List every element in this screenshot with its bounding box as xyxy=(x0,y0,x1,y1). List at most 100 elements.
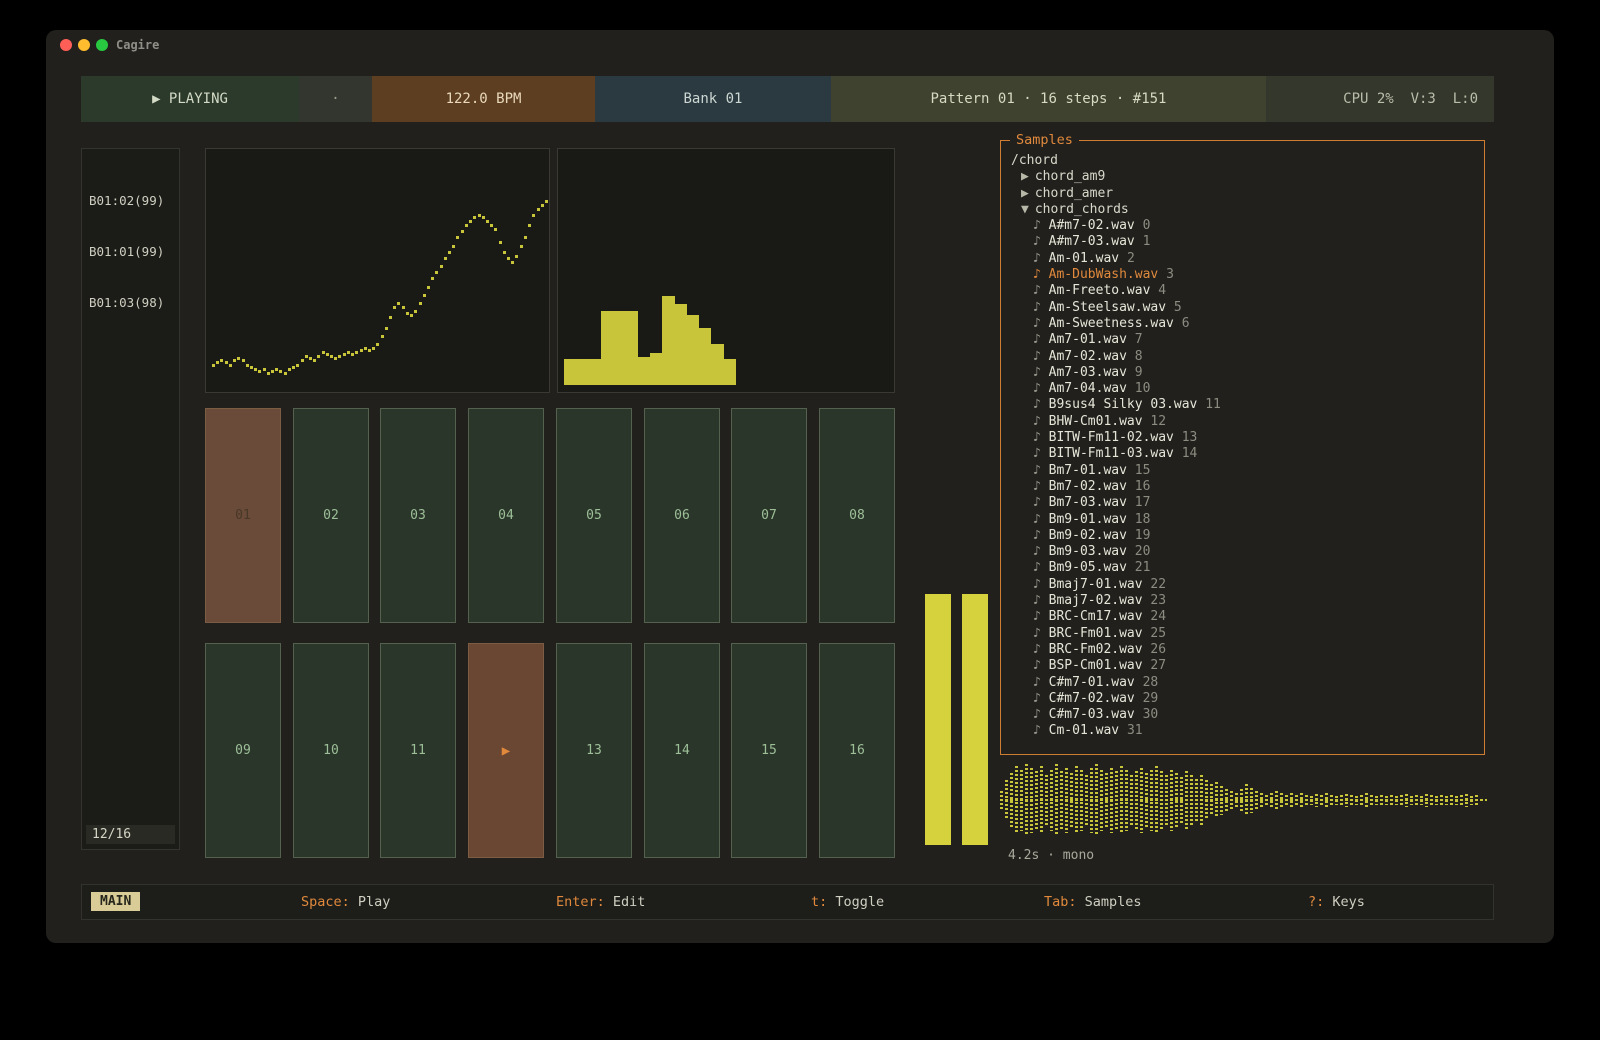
waveform-column xyxy=(1430,795,1433,806)
sample-file-row[interactable]: ♪ Am-DubWash.wav 3 xyxy=(1011,267,1474,283)
sample-file-row[interactable]: ♪ Cm-01.wav 31 xyxy=(1011,723,1474,739)
scatter-point xyxy=(431,277,434,280)
sample-file-row[interactable]: ♪ Am-01.wav 2 xyxy=(1011,251,1474,267)
sample-file-row[interactable]: ♪ BRC-Fm01.wav 25 xyxy=(1011,626,1474,642)
pad-16[interactable]: 16 xyxy=(819,643,895,858)
scatter-point xyxy=(309,357,312,360)
pad-06[interactable]: 06 xyxy=(644,408,720,623)
waveform-column xyxy=(1435,796,1438,805)
pad-15[interactable]: 15 xyxy=(731,643,807,858)
waveform-column xyxy=(1415,795,1418,806)
waveform-column xyxy=(1050,770,1053,831)
sample-file-row[interactable]: ♪ Am7-03.wav 9 xyxy=(1011,365,1474,381)
scatter-point xyxy=(258,370,261,373)
samples-path: /chord xyxy=(1011,153,1474,169)
sample-file-list: ♪ A#m7-02.wav 0♪ A#m7-03.wav 1♪ Am-01.wa… xyxy=(1011,218,1474,740)
sample-file-row[interactable]: ♪ Am7-02.wav 8 xyxy=(1011,349,1474,365)
sample-file-index: 17 xyxy=(1135,495,1151,510)
sample-file-row[interactable]: ♪ A#m7-02.wav 0 xyxy=(1011,218,1474,234)
music-note-icon: ♪ xyxy=(1033,479,1049,494)
waveform-column xyxy=(1355,796,1358,805)
pad-05[interactable]: 05 xyxy=(556,408,632,623)
level-meters xyxy=(918,148,995,845)
close-window-button[interactable] xyxy=(60,39,72,51)
scatter-point xyxy=(216,361,219,364)
sample-file-row[interactable]: ♪ Am7-04.wav 10 xyxy=(1011,381,1474,397)
sample-file-row[interactable]: ♪ BRC-Cm17.wav 24 xyxy=(1011,609,1474,625)
sample-file-row[interactable]: ♪ BITW-Fm11-02.wav 13 xyxy=(1011,430,1474,446)
histogram-bar xyxy=(589,359,601,385)
sample-file-index: 23 xyxy=(1150,593,1166,608)
pad-12[interactable]: ▶ xyxy=(468,643,544,858)
sample-file-row[interactable]: ♪ Bmaj7-02.wav 23 xyxy=(1011,593,1474,609)
sample-file-row[interactable]: ♪ C#m7-03.wav 30 xyxy=(1011,707,1474,723)
sample-file-index: 26 xyxy=(1150,642,1166,657)
sample-file-name: Bmaj7-02.wav xyxy=(1049,593,1151,608)
scatter-point xyxy=(237,357,240,360)
pad-09[interactable]: 09 xyxy=(205,643,281,858)
scatter-point xyxy=(313,359,316,362)
pad-14[interactable]: 14 xyxy=(644,643,720,858)
scatter-point xyxy=(334,357,337,360)
pad-07[interactable]: 07 xyxy=(731,408,807,623)
active-voices-list: B01:02(99) B01:01(99) B01:03(98) xyxy=(82,149,179,354)
sample-file-row[interactable]: ♪ Bm9-02.wav 19 xyxy=(1011,528,1474,544)
sample-file-index: 24 xyxy=(1150,609,1166,624)
sample-file-row[interactable]: ♪ Am7-01.wav 7 xyxy=(1011,332,1474,348)
sample-file-row[interactable]: ♪ Bmaj7-01.wav 22 xyxy=(1011,577,1474,593)
pad-10[interactable]: 10 xyxy=(293,643,369,858)
folder-chord-amer[interactable]: ▶chord_amer xyxy=(1011,186,1474,202)
sample-file-name: Bm9-03.wav xyxy=(1049,544,1135,559)
waveform-column xyxy=(1150,770,1153,831)
cpu-display: CPU 2% V:3 L:0 xyxy=(1266,76,1494,122)
sample-file-row[interactable]: ♪ Bm9-03.wav 20 xyxy=(1011,544,1474,560)
sample-file-row[interactable]: ♪ Am-Steelsaw.wav 5 xyxy=(1011,300,1474,316)
pad-04[interactable]: 04 xyxy=(468,408,544,623)
pad-03[interactable]: 03 xyxy=(380,408,456,623)
sample-file-row[interactable]: ♪ BITW-Fm11-03.wav 14 xyxy=(1011,446,1474,462)
sample-file-row[interactable]: ♪ BHW-Cm01.wav 12 xyxy=(1011,414,1474,430)
sample-file-row[interactable]: ♪ Bm7-02.wav 16 xyxy=(1011,479,1474,495)
waveform-column xyxy=(1185,771,1188,829)
zoom-window-button[interactable] xyxy=(96,39,108,51)
pad-13[interactable]: 13 xyxy=(556,643,632,858)
waveform-column xyxy=(1245,784,1248,816)
sample-file-index: 3 xyxy=(1166,267,1174,282)
sample-file-name: C#m7-02.wav xyxy=(1049,691,1143,706)
sample-file-row[interactable]: ♪ Am-Sweetness.wav 6 xyxy=(1011,316,1474,332)
sample-file-index: 5 xyxy=(1174,300,1182,315)
sample-file-row[interactable]: ♪ B9sus4 Silky 03.wav 11 xyxy=(1011,397,1474,413)
sample-file-row[interactable]: ♪ A#m7-03.wav 1 xyxy=(1011,234,1474,250)
bank-display: Bank 01 xyxy=(595,76,831,122)
sample-file-row[interactable]: ♪ C#m7-01.wav 28 xyxy=(1011,675,1474,691)
sample-file-row[interactable]: ♪ BSP-Cm01.wav 27 xyxy=(1011,658,1474,674)
sample-file-index: 13 xyxy=(1182,430,1198,445)
waveform-column xyxy=(1100,770,1103,831)
music-note-icon: ♪ xyxy=(1033,512,1049,527)
folder-chord-chords[interactable]: ▼chord_chords xyxy=(1011,202,1474,218)
sample-file-row[interactable]: ♪ Bm9-05.wav 21 xyxy=(1011,560,1474,576)
sample-file-row[interactable]: ♪ Bm9-01.wav 18 xyxy=(1011,512,1474,528)
shortcut-samples: Tab: Samples xyxy=(1044,885,1142,919)
folder-chord-am9[interactable]: ▶chord_am9 xyxy=(1011,169,1474,185)
pad-02[interactable]: 02 xyxy=(293,408,369,623)
sample-file-name: Am7-01.wav xyxy=(1049,332,1135,347)
sample-file-row[interactable]: ♪ Bm7-01.wav 15 xyxy=(1011,463,1474,479)
sample-file-row[interactable]: ♪ Am-Freeto.wav 4 xyxy=(1011,283,1474,299)
histogram-bar xyxy=(650,353,662,385)
pad-11[interactable]: 11 xyxy=(380,643,456,858)
histogram-bar xyxy=(675,304,687,385)
chevron-right-icon: ▶ xyxy=(1021,169,1029,184)
sample-file-row[interactable]: ♪ Bm7-03.wav 17 xyxy=(1011,495,1474,511)
voices-panel: B01:02(99) B01:01(99) B01:03(98) 12/16 xyxy=(81,148,180,850)
pad-08[interactable]: 08 xyxy=(819,408,895,623)
scatter-point xyxy=(397,302,400,305)
pad-01[interactable]: 01 xyxy=(205,408,281,623)
waveform-column xyxy=(1155,766,1158,834)
waveform-column xyxy=(1125,770,1128,831)
sample-file-row[interactable]: ♪ BRC-Fm02.wav 26 xyxy=(1011,642,1474,658)
sample-file-index: 14 xyxy=(1182,446,1198,461)
minimize-window-button[interactable] xyxy=(78,39,90,51)
title-bar: Cagire xyxy=(46,30,1554,60)
sample-file-row[interactable]: ♪ C#m7-02.wav 29 xyxy=(1011,691,1474,707)
